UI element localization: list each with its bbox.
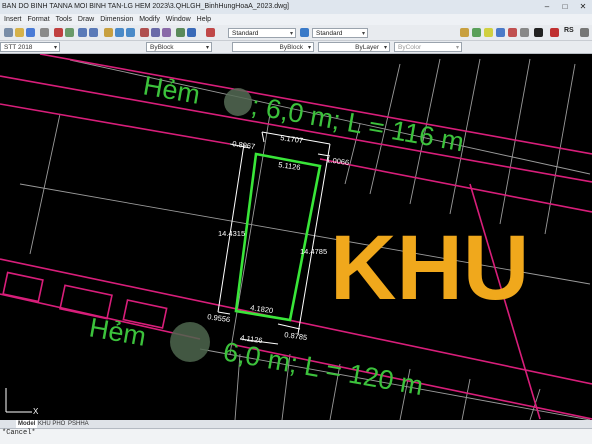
drawing-svg[interactable]: KHU Hẻm ; 6,0 m; L = 116 m Hẻm 6,0 m; L … <box>0 54 592 420</box>
dim-left-side: 14.4315 <box>218 229 245 238</box>
dim-right-side: 14.4785 <box>300 247 327 256</box>
more-icon[interactable] <box>580 28 589 37</box>
menu-window[interactable]: Window <box>166 14 191 25</box>
text-style-select[interactable]: Standard ▾ <box>228 28 296 38</box>
minimize-button[interactable]: – <box>538 0 556 14</box>
dim-style-value: Standard <box>316 30 343 37</box>
layer-lock-icon[interactable] <box>496 28 505 37</box>
help-icon[interactable] <box>187 28 196 37</box>
design-center-icon[interactable] <box>151 28 160 37</box>
color-select[interactable]: ByBlock ▾ <box>146 42 212 52</box>
layer-icon[interactable] <box>460 28 469 37</box>
new-icon[interactable] <box>4 28 13 37</box>
menu-bar: Insert Format Tools Draw Dimension Modif… <box>0 14 592 25</box>
rs-label[interactable]: RS <box>564 27 574 34</box>
layout-tabs: Model KHU PHO PSHHA <box>0 420 592 428</box>
undo-icon[interactable] <box>78 28 87 37</box>
chevron-down-icon: ▾ <box>205 45 209 51</box>
dim-style-icon <box>300 28 309 37</box>
title-bar: BAN DO BINH TANNA MOI BINH TAN-LG HEM 20… <box>0 0 592 14</box>
menu-dimension[interactable]: Dimension <box>100 14 133 25</box>
tab-pshha[interactable]: PSHHA <box>66 420 91 428</box>
print-icon[interactable] <box>40 28 49 37</box>
layer-select[interactable]: STT 2018 ▾ <box>0 42 60 52</box>
chevron-down-icon: ▾ <box>53 45 57 51</box>
maximize-button[interactable]: □ <box>556 0 574 14</box>
layer-states-icon[interactable] <box>520 28 529 37</box>
menu-help[interactable]: Help <box>197 14 211 25</box>
color-value: ByBlock <box>150 44 174 51</box>
properties-toolbar: STT 2018 ▾ ByBlock ▾ ByBlock ▾ ByLayer ▾ ByC… <box>0 41 592 54</box>
calculator-icon[interactable] <box>176 28 185 37</box>
chevron-down-icon: ▾ <box>307 45 311 51</box>
command-history: *Cancel* <box>2 429 36 437</box>
plotstyle-select[interactable]: ByColor ▾ <box>394 42 462 52</box>
chevron-down-icon: ▾ <box>455 45 459 51</box>
lineweight-value: ByLayer <box>355 44 379 51</box>
chevron-down-icon: ▾ <box>383 45 387 51</box>
menu-tools[interactable]: Tools <box>56 14 72 25</box>
menu-modify[interactable]: Modify <box>139 14 160 25</box>
zoom-icon[interactable] <box>115 28 124 37</box>
text-style-icon <box>206 28 215 37</box>
plotstyle-value: ByColor <box>398 44 422 51</box>
close-button[interactable]: ✕ <box>574 0 592 14</box>
layer-walk-icon[interactable] <box>550 28 559 37</box>
blurred-region <box>224 88 252 116</box>
layer-value: STT 2018 <box>4 44 33 51</box>
redo-icon[interactable] <box>89 28 98 37</box>
road-top-spec: ; 6,0 m; L = 116 m <box>249 90 466 157</box>
tab-model[interactable]: Model <box>16 420 38 428</box>
layer-freeze-icon[interactable] <box>484 28 493 37</box>
properties-icon[interactable] <box>140 28 149 37</box>
pan-icon[interactable] <box>104 28 113 37</box>
open-icon[interactable] <box>15 28 24 37</box>
dim-bottom-left: 0.9556 <box>207 312 231 324</box>
text-style-value: Standard <box>232 30 259 37</box>
dim-top-inner: 5.1126 <box>278 160 301 172</box>
dim-left-top: 0.8967 <box>232 139 256 151</box>
ucs-x-label: X <box>33 407 39 416</box>
dim-bottom-right: 0.8785 <box>284 330 308 342</box>
dim-top-outer: 5.1707 <box>280 133 304 145</box>
road-bottom-name: Hẻm <box>87 312 148 351</box>
layer-on-icon[interactable] <box>472 28 481 37</box>
command-line[interactable]: *Cancel* <box>0 428 592 444</box>
zoom-window-icon[interactable] <box>126 28 135 37</box>
menu-draw[interactable]: Draw <box>78 14 94 25</box>
chevron-down-icon: ▾ <box>289 31 293 37</box>
save-icon[interactable] <box>26 28 35 37</box>
dim-right-top: 1.0066 <box>326 155 350 167</box>
cut-icon[interactable] <box>54 28 63 37</box>
layer-color-icon[interactable] <box>508 28 517 37</box>
ucs-icon: X <box>5 388 39 416</box>
road-bottom-spec: 6,0 m; L = 120 m <box>221 336 425 401</box>
tool-palette-icon[interactable] <box>162 28 171 37</box>
road-top-name: Hẻm <box>141 70 202 109</box>
copy-icon[interactable] <box>65 28 74 37</box>
linetype-value: ByBlock <box>279 44 303 51</box>
zone-label: KHU <box>330 217 529 319</box>
blurred-region <box>170 322 210 362</box>
drawing-canvas[interactable]: KHU Hẻm ; 6,0 m; L = 116 m Hẻm 6,0 m; L … <box>0 54 592 420</box>
lineweight-select[interactable]: ByLayer ▾ <box>318 42 390 52</box>
window-title: BAN DO BINH TANNA MOI BINH TAN-LG HEM 20… <box>2 3 289 10</box>
lot-outline[interactable] <box>234 152 322 322</box>
dim-style-select[interactable]: Standard ▾ <box>312 28 368 38</box>
standard-toolbar: Standard ▾ Standard ▾ RS <box>0 25 592 41</box>
menu-format[interactable]: Format <box>27 14 49 25</box>
menu-insert[interactable]: Insert <box>4 14 22 25</box>
linetype-select[interactable]: ByBlock ▾ <box>232 42 314 52</box>
chevron-down-icon: ▾ <box>361 31 365 37</box>
match-layer-icon[interactable] <box>534 28 543 37</box>
tab-khu-pho[interactable]: KHU PHO <box>36 420 67 428</box>
